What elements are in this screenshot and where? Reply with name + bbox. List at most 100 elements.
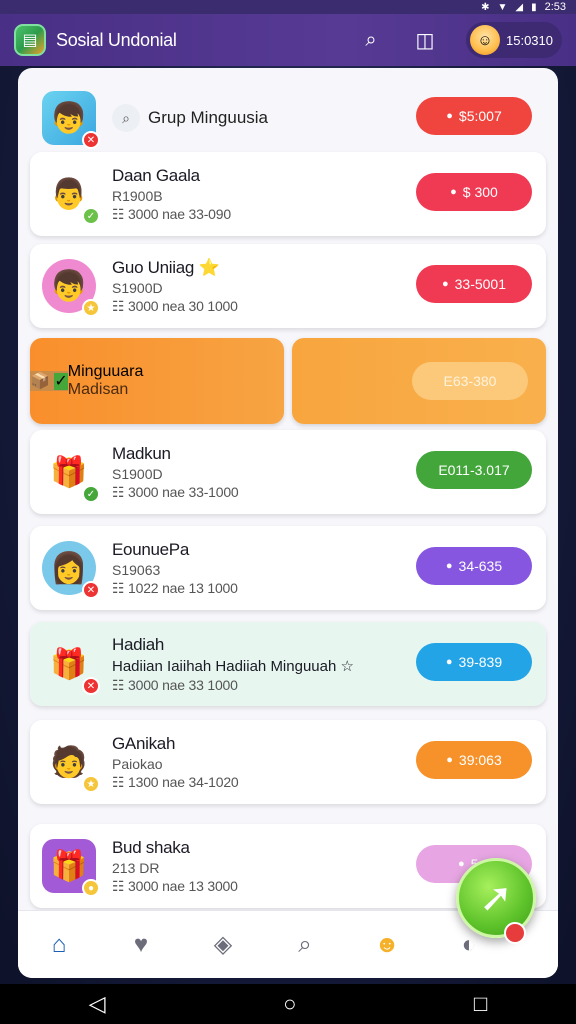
person-icon: 👦 xyxy=(50,101,88,135)
item-meta: ☷ 3000 nae 33-090 xyxy=(112,205,231,222)
promo-sub: Madisan xyxy=(67,381,129,398)
person-icon: 🧑 xyxy=(50,745,88,779)
gift-icon: 🎁 xyxy=(50,455,88,489)
crate-icon: 📦 ✓ xyxy=(30,371,68,391)
item-meta: ☷ 1022 nae 13 1000 xyxy=(112,579,238,596)
amount-pill[interactable]: E011-3.017 xyxy=(416,451,532,489)
header-badge[interactable]: ● $5:007 xyxy=(416,97,532,135)
avatar: 🎁 ✓ xyxy=(42,445,100,503)
promo-name: Minguuara xyxy=(67,363,144,380)
amount-label: 39:063 xyxy=(458,752,502,768)
item-name: Hadiah xyxy=(112,634,165,654)
arrow-up-right-icon: ➚ xyxy=(479,876,513,920)
promo-row[interactable]: 📦 ✓ Minguuara Madisan E63-380 xyxy=(30,338,546,424)
item-meta: ☷ 1300 nae 34-1020 xyxy=(112,773,239,790)
list-item[interactable]: 👦 ★ Guo Uniiag ⭐ S1900D ☷ 3000 nea 30 10… xyxy=(30,244,546,328)
badge-icon: ✓ xyxy=(82,485,100,503)
avatar: 👦 ★ xyxy=(42,259,100,317)
badge-icon: ✕ xyxy=(82,677,100,695)
coin-icon: ● xyxy=(446,110,453,122)
coin-icon: ● xyxy=(441,278,449,290)
amount-label: 34-635 xyxy=(458,558,503,574)
notification-icon[interactable]: ☻ xyxy=(346,923,428,967)
item-name: Guo Uniiag ⭐ xyxy=(112,257,220,277)
list-item[interactable]: 🧑 ★ GAnikah Paiokao ☷ 1300 nae 34-1020 ●… xyxy=(30,720,546,804)
item-sub: Paiokao xyxy=(112,755,163,772)
group-avatar: 👦 ✕ xyxy=(42,91,100,149)
badge-icon: ● xyxy=(82,879,100,897)
item-name: Daan Gaala xyxy=(112,165,200,185)
list-item[interactable]: 🎁 ✓ Madkun S1900D ☷ 3000 nae 33-1000 E01… xyxy=(30,430,546,514)
amount-pill[interactable]: ● 39:063 xyxy=(416,741,532,779)
amount-label: 33-5001 xyxy=(454,276,507,292)
coin-icon: ● xyxy=(450,186,457,198)
recents-icon[interactable]: □ xyxy=(474,991,487,1017)
back-icon[interactable]: ◁ xyxy=(89,991,106,1017)
badge-icon: ✓ xyxy=(54,373,68,390)
amount-pill[interactable]: ● $ 300 xyxy=(416,173,532,211)
promo-badge-label: E63-380 xyxy=(443,373,497,389)
badge-icon: ✓ xyxy=(82,207,100,225)
amount-pill[interactable]: ● 33-5001 xyxy=(416,265,532,303)
amount-label: 39-839 xyxy=(458,654,503,670)
home-icon[interactable]: ⌂ xyxy=(18,923,100,967)
gift-box-icon[interactable]: ♥ xyxy=(100,923,182,967)
search-icon[interactable]: ⌕ xyxy=(264,923,346,967)
item-meta: ☷ 3000 nae 33 1000 xyxy=(112,676,238,693)
promo-card-left[interactable]: 📦 ✓ Minguuara Madisan xyxy=(30,338,284,424)
group-header[interactable]: 👦 ✕ ⌕ Grup Minguusia ● $5:007 xyxy=(30,76,546,160)
home-button-icon[interactable]: ○ xyxy=(283,991,296,1017)
status-time: 2:53 xyxy=(544,1,566,13)
window-icon[interactable]: ◫ xyxy=(410,25,440,55)
app-logo-icon: ▤ xyxy=(14,24,46,56)
person-icon: 👨 xyxy=(50,177,88,211)
avatar: 🎁 ✕ xyxy=(42,637,100,695)
item-meta: ☷ 3000 nae 13 3000 xyxy=(112,877,238,894)
user-code: 15:0310 xyxy=(506,32,553,48)
coin-icon: ● xyxy=(457,858,465,870)
list-item[interactable]: 👩 ✕ EounuePa S19063 ☷ 1022 nae 13 1000 ●… xyxy=(30,526,546,610)
battery-icon: ▮ xyxy=(531,1,537,13)
person-icon: 👦 xyxy=(50,269,88,303)
item-meta: ☷ 3000 nae 33-1000 xyxy=(112,483,239,500)
box-icon: 📦 xyxy=(30,373,50,390)
search-icon[interactable]: ⌕ xyxy=(112,104,140,132)
avatar: 🧑 ★ xyxy=(42,735,100,793)
header-badge-label: $5:007 xyxy=(458,108,502,124)
app-bar: ▤ Sosial Undonial ⌕ ◫ ☺ 15:0310 xyxy=(0,14,576,66)
item-sub: S19063 xyxy=(112,561,161,578)
avatar: 👩 ✕ xyxy=(42,541,100,599)
item-name: EounuePa xyxy=(112,539,190,559)
badge-icon: ★ xyxy=(82,775,100,793)
treasure-chest-icon: 🎁 xyxy=(50,647,88,681)
amount-pill[interactable]: ● 39-839 xyxy=(416,643,532,681)
fab-notification-dot xyxy=(504,922,526,944)
item-sub: 213 DR xyxy=(112,859,160,876)
user-avatar: ☺ xyxy=(470,25,500,55)
search-icon[interactable]: ⌕ xyxy=(356,25,386,55)
group-title: Grup Minguusia xyxy=(148,108,269,127)
promo-card-right[interactable]: E63-380 xyxy=(292,338,546,424)
item-sub: S1900D xyxy=(112,279,163,296)
user-profile-pill[interactable]: ☺ 15:0310 xyxy=(466,22,562,58)
avatar: 👨 ✓ xyxy=(42,167,100,225)
main-sheet: 👦 ✕ ⌕ Grup Minguusia ● $5:007 👨 ✓ Daan G… xyxy=(18,68,558,978)
amount-label: E011-3.017 xyxy=(438,462,510,478)
item-name: Bud shaka xyxy=(112,837,190,857)
item-name: Madkun xyxy=(112,443,171,463)
list-item[interactable]: 🎁 ✕ Hadiah Hadiian Iaiihah Hadiiah Mingu… xyxy=(30,622,546,706)
wifi-icon: ▼ xyxy=(497,1,508,13)
badge-icon: ✕ xyxy=(82,131,100,149)
list-item[interactable]: 👨 ✓ Daan Gaala R1900B ☷ 3000 nae 33-090 … xyxy=(30,152,546,236)
amount-pill[interactable]: ● 34-635 xyxy=(416,547,532,585)
badge-icon: ✕ xyxy=(82,581,100,599)
item-meta: ☷ 3000 nea 30 1000 xyxy=(112,297,238,314)
item-sub: Hadiian Iaiihah Hadiiah Minguuah ☆ xyxy=(112,657,354,675)
gift-icon: 🎁 xyxy=(50,849,88,883)
item-sub: S1900D xyxy=(112,465,163,482)
heart-shield-icon[interactable]: ◈ xyxy=(182,923,264,967)
promo-badge[interactable]: E63-380 xyxy=(412,362,528,400)
coin-icon: ● xyxy=(445,656,453,668)
bluetooth-icon: ✱ xyxy=(481,1,490,13)
person-icon: 👩 xyxy=(50,551,88,585)
